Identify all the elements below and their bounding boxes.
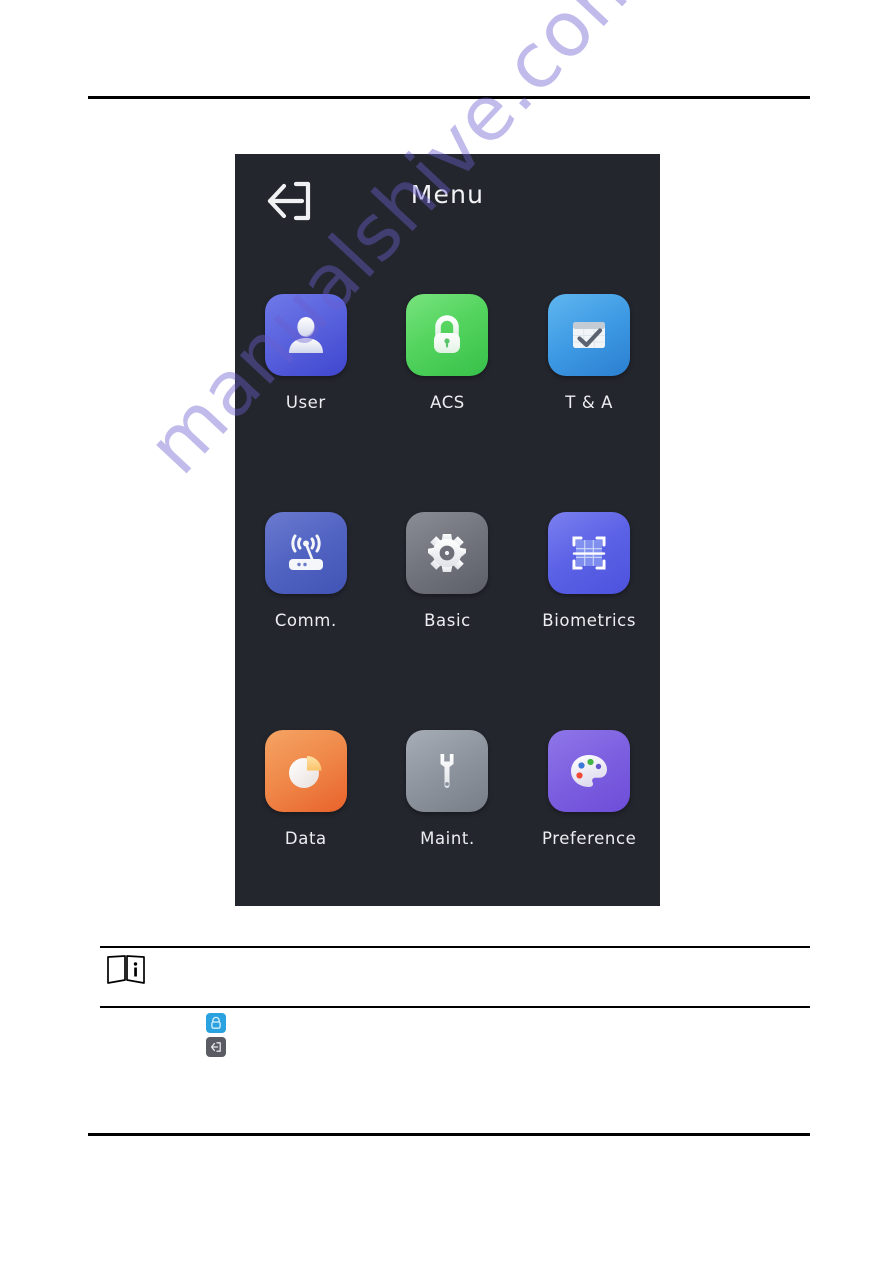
paint-palette-icon: [571, 755, 608, 787]
note-info-icon: [106, 953, 146, 987]
menu-grid: User ACS T & A Comm. Basic Biometrics Da…: [235, 294, 660, 848]
menu-item-label: Biometrics: [542, 611, 637, 630]
menu-item-label: T & A: [565, 393, 614, 412]
basic-tile[interactable]: [406, 512, 489, 594]
menu-item-label: Data: [284, 829, 327, 848]
wrench-icon: [440, 754, 454, 788]
screen-title: Menu: [410, 180, 485, 209]
lock-badge-icon: [206, 1013, 226, 1033]
menu-item-preference[interactable]: Preference: [518, 730, 660, 848]
menu-item-comm[interactable]: Comm.: [235, 512, 377, 630]
menu-item-label: ACS: [430, 393, 465, 412]
menu-item-label: User: [285, 393, 326, 412]
note-box-bottom-rule: [100, 1006, 810, 1008]
scan-frame-icon: [572, 536, 606, 570]
menu-item-label: Preference: [541, 829, 637, 848]
biometrics-tile[interactable]: [548, 512, 631, 594]
maint-tile[interactable]: [406, 730, 489, 812]
menu-item-acs[interactable]: ACS: [377, 294, 519, 412]
menu-item-label: Comm.: [274, 611, 337, 630]
acs-tile[interactable]: [406, 294, 489, 376]
back-badge-icon: [206, 1037, 226, 1057]
menu-item-data[interactable]: Data: [235, 730, 377, 848]
menu-item-basic[interactable]: Basic: [377, 512, 519, 630]
menu-item-ta[interactable]: T & A: [518, 294, 660, 412]
page-top-rule: [88, 96, 810, 99]
menu-item-maint[interactable]: Maint.: [377, 730, 519, 848]
calendar-check-icon: [573, 322, 606, 348]
page-bottom-rule: [88, 1133, 810, 1136]
pie-chart-icon: [288, 756, 322, 788]
gear-icon: [428, 534, 467, 572]
device-screen: Menu User ACS T & A Comm. Basic Biometri…: [235, 154, 660, 906]
screen-header: Menu: [235, 154, 660, 246]
menu-item-biometrics[interactable]: Biometrics: [518, 512, 660, 630]
user-avatar-icon: [288, 317, 323, 353]
padlock-icon: [434, 315, 461, 353]
ta-tile[interactable]: [548, 294, 631, 376]
note-box-top-rule: [100, 946, 810, 948]
user-tile[interactable]: [264, 294, 347, 376]
menu-item-user[interactable]: User: [235, 294, 377, 412]
data-tile[interactable]: [264, 730, 347, 812]
wifi-router-icon: [288, 534, 323, 570]
menu-item-label: Basic: [424, 611, 471, 630]
menu-item-label: Maint.: [420, 829, 475, 848]
preference-tile[interactable]: [548, 730, 631, 812]
comm-tile[interactable]: [264, 512, 347, 594]
